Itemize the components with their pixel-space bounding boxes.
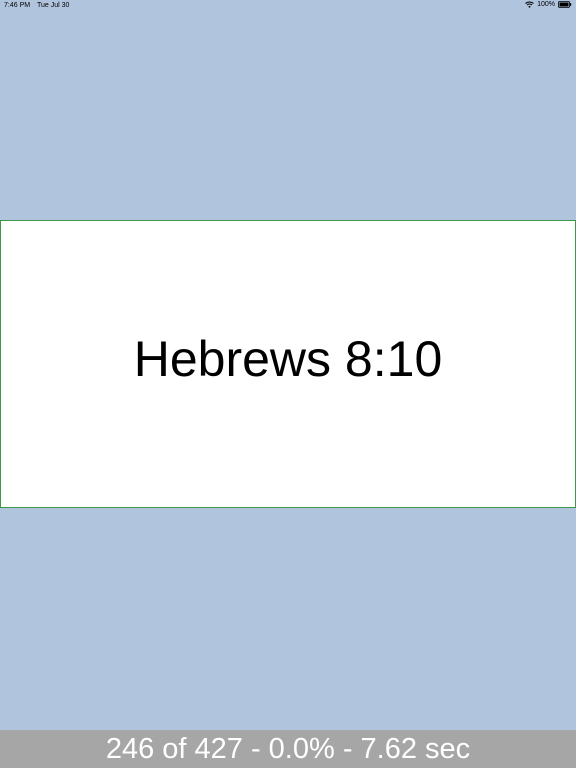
verse-reference: Hebrews 8:10 <box>133 331 443 387</box>
battery-icon <box>558 1 572 8</box>
status-indicators: 100% <box>525 1 572 8</box>
verse-card[interactable]: Hebrews 8:10 <box>0 220 576 508</box>
battery-percentage: 100% <box>537 1 555 8</box>
wifi-icon <box>525 1 534 8</box>
status-bar: 7:46 PM Tue Jul 30 100% <box>0 0 576 12</box>
progress-footer: 246 of 427 - 0.0% - 7.62 sec <box>0 730 576 768</box>
status-time: 7:46 PM <box>4 2 31 9</box>
progress-text: 246 of 427 - 0.0% - 7.62 sec <box>105 732 471 765</box>
status-date: Tue Jul 30 <box>37 2 70 9</box>
